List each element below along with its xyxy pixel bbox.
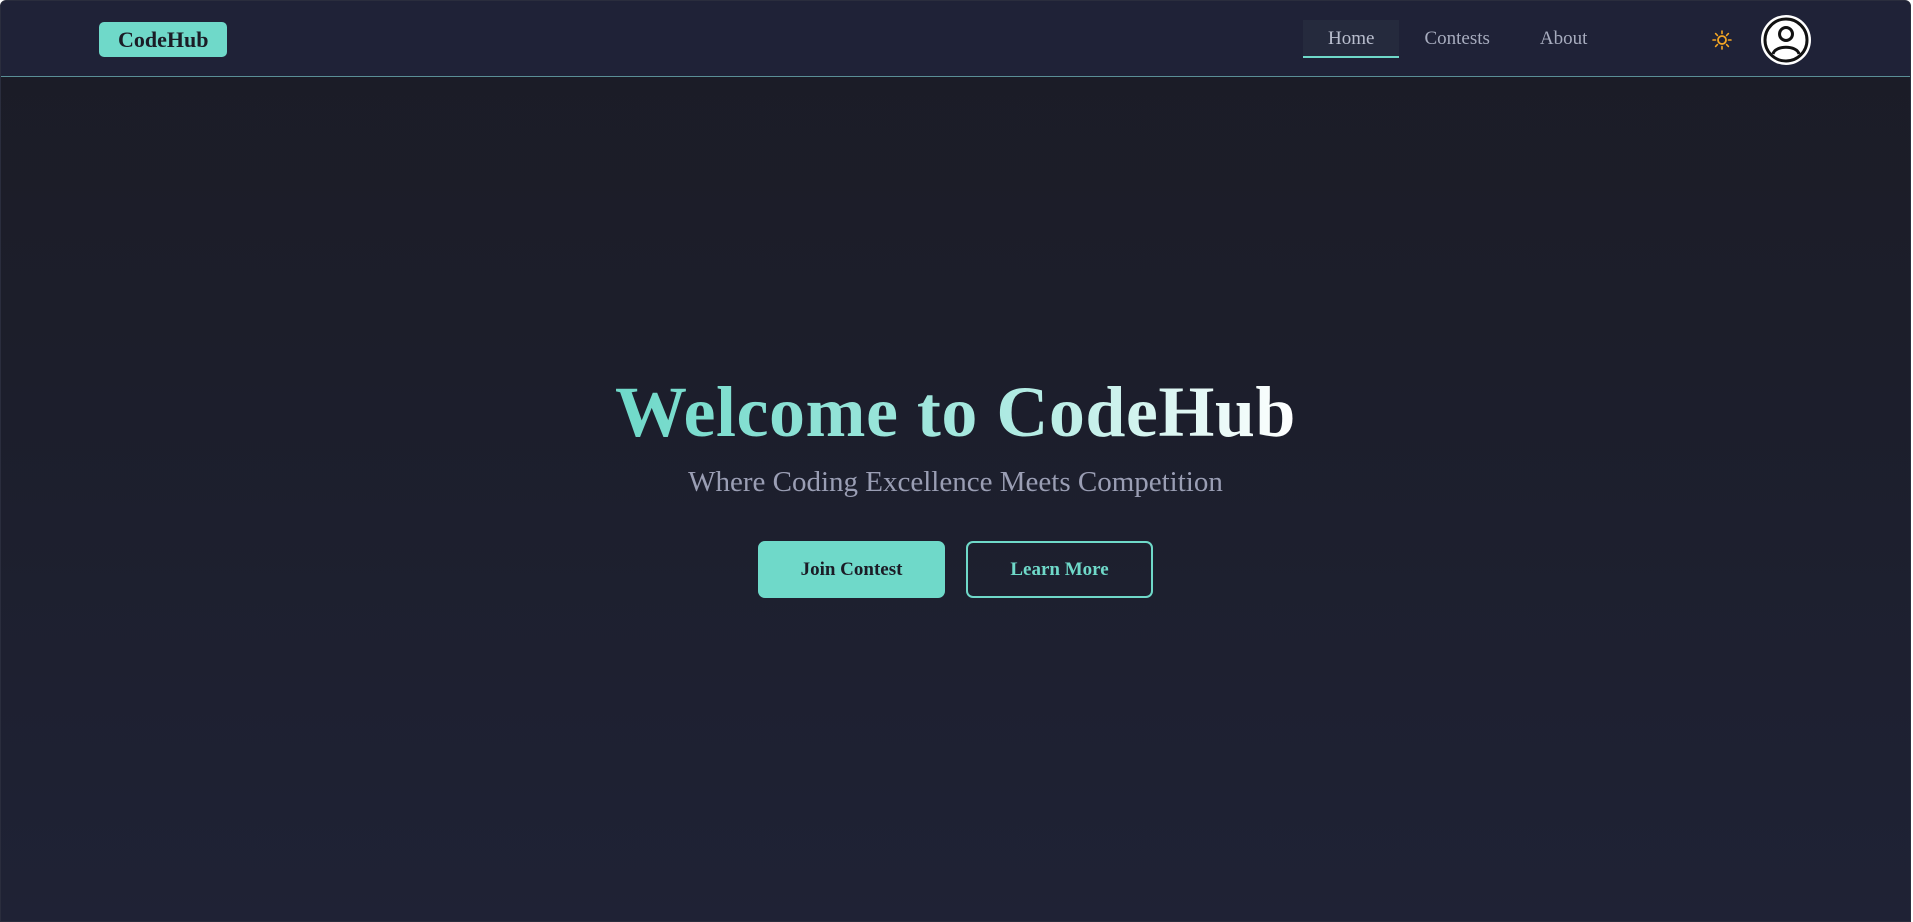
hero-buttons: Join Contest Learn More bbox=[1, 541, 1910, 598]
join-contest-button[interactable]: Join Contest bbox=[758, 541, 945, 598]
logo-link[interactable]: CodeHub bbox=[99, 22, 228, 57]
nav-link-about[interactable]: About bbox=[1515, 20, 1613, 58]
theme-toggle-button[interactable] bbox=[1709, 25, 1735, 55]
learn-more-button[interactable]: Learn More bbox=[966, 541, 1153, 598]
sun-icon bbox=[1712, 30, 1732, 50]
hero-title: Welcome to CodeHub bbox=[615, 367, 1296, 457]
user-icon bbox=[1763, 17, 1809, 63]
navbar: CodeHub Home Contests About bbox=[1, 1, 1910, 77]
avatar-button[interactable] bbox=[1761, 15, 1811, 65]
hero-section: Welcome to CodeHub Where Coding Excellen… bbox=[1, 367, 1910, 598]
hero-subtitle: Where Coding Excellence Meets Competitio… bbox=[688, 466, 1223, 498]
nav-link-contests[interactable]: Contests bbox=[1399, 20, 1514, 58]
nav-links: Home Contests About bbox=[1303, 20, 1612, 58]
nav-link-home[interactable]: Home bbox=[1303, 20, 1400, 58]
browser-window: CodeHub Home Contests About Welcome to C… bbox=[0, 0, 1911, 922]
